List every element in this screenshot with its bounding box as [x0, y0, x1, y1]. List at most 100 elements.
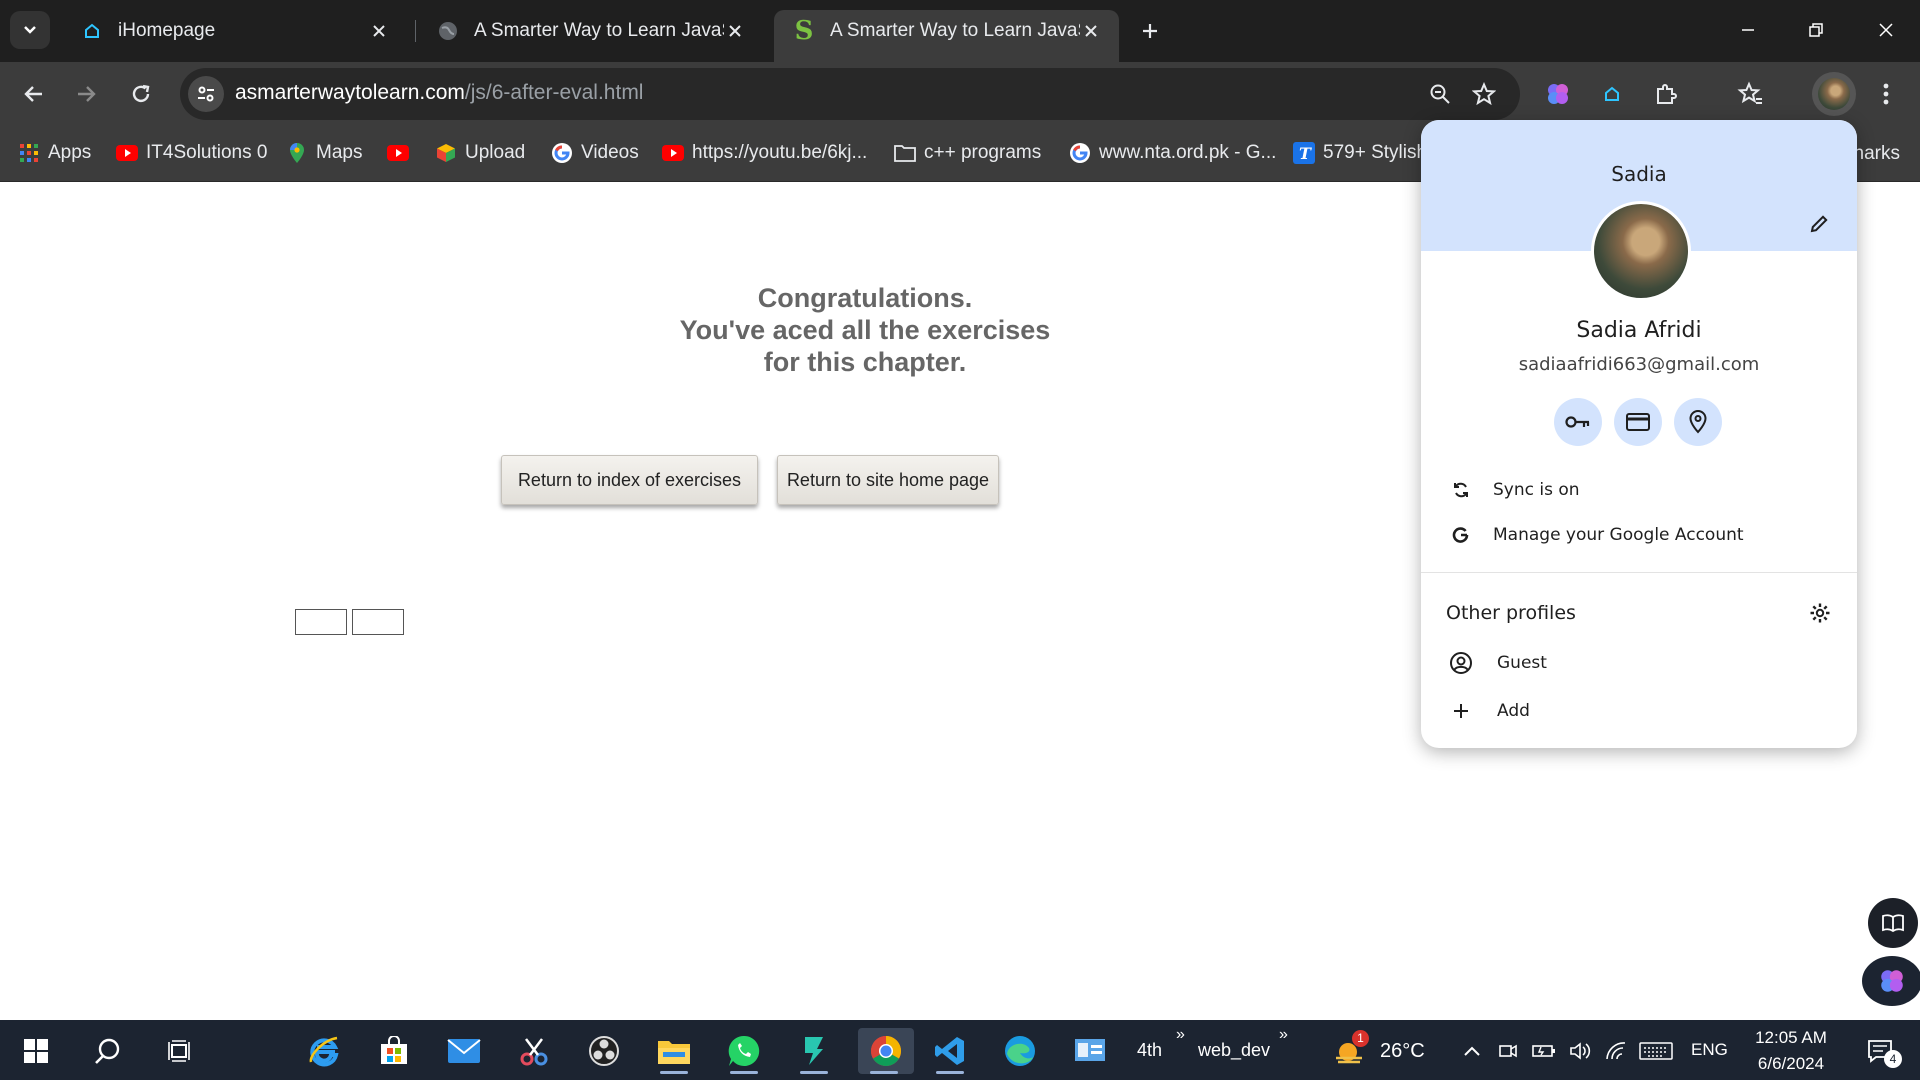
restore-button[interactable] — [1782, 0, 1850, 60]
close-tab-icon[interactable] — [723, 19, 747, 43]
weather-widget-icon[interactable]: 1 — [1326, 1028, 1374, 1074]
forward-button[interactable] — [66, 74, 106, 114]
sync-status-row[interactable]: Sync is on — [1421, 470, 1857, 510]
battery-icon[interactable] — [1528, 1028, 1560, 1074]
search-button[interactable] — [82, 1028, 134, 1074]
weather-temperature[interactable]: 26°C — [1380, 1040, 1425, 1063]
bookmark-stylish[interactable]: T 579+ Stylish — [1293, 138, 1427, 168]
weather-badge: 1 — [1352, 1030, 1369, 1047]
bookmarks-manager-button[interactable] — [1730, 74, 1770, 114]
meet-now-icon[interactable] — [1492, 1028, 1524, 1074]
control-panel-app[interactable] — [1064, 1028, 1116, 1074]
whatsapp-app[interactable] — [718, 1028, 770, 1074]
all-bookmarks-label[interactable]: harks — [1854, 143, 1900, 165]
tab-title: A Smarter Way to Learn JavaScr — [474, 20, 724, 41]
bookmark-youtu-link[interactable]: https://youtu.be/6kj... — [662, 138, 867, 168]
windows-logo-icon — [24, 1039, 48, 1063]
manage-profiles-button[interactable] — [1805, 598, 1835, 628]
extensions-button[interactable] — [1646, 74, 1686, 114]
action-center-button[interactable]: 4 — [1856, 1028, 1904, 1074]
volume-icon[interactable] — [1564, 1028, 1596, 1074]
tab-smarter-way-1[interactable]: A Smarter Way to Learn JavaScr — [418, 10, 763, 52]
taskbar-folder-webdev[interactable]: web_dev — [1198, 1040, 1270, 1061]
arrow-right-icon — [78, 86, 96, 102]
tab-smarter-way-active[interactable]: S A Smarter Way to Learn JavaScr — [774, 10, 1119, 62]
extension-brain-button[interactable] — [1538, 74, 1578, 114]
brain-icon — [1881, 970, 1903, 992]
task-view-button[interactable] — [154, 1028, 206, 1074]
file-explorer-app[interactable] — [648, 1028, 700, 1074]
url-text[interactable]: asmarterwaytolearn.com/js/6-after-eval.h… — [235, 81, 643, 105]
minimize-button[interactable] — [1714, 0, 1782, 60]
address-bar[interactable]: asmarterwaytolearn.com/js/6-after-eval.h… — [180, 68, 1520, 120]
mail-app[interactable] — [438, 1028, 490, 1074]
tab-search-button[interactable] — [10, 11, 50, 49]
bookmark-it4solutions[interactable]: IT4Solutions 0 — [116, 138, 267, 168]
show-hidden-icons-button[interactable] — [1456, 1028, 1488, 1074]
filmora-app[interactable] — [788, 1028, 840, 1074]
close-tab-icon[interactable] — [367, 19, 391, 43]
add-profile-row[interactable]: Add — [1421, 691, 1857, 731]
return-to-index-button[interactable]: Return to index of exercises — [501, 455, 758, 505]
tab-strip: iHomepage A Smarter Way to Learn JavaScr… — [0, 0, 1920, 62]
extension-ihomepage-button[interactable] — [1592, 74, 1632, 114]
bookmark-apps[interactable]: Apps — [18, 138, 91, 168]
chrome-menu-button[interactable] — [1866, 74, 1906, 114]
clock-date: 6/6/2024 — [1757, 1054, 1825, 1073]
new-tab-button[interactable] — [1133, 14, 1167, 48]
bookmark-youtube[interactable] — [387, 138, 417, 168]
close-window-button[interactable] — [1852, 0, 1920, 60]
bookmark-nta[interactable]: www.nta.ord.pk - G... — [1069, 138, 1276, 168]
return-to-home-button[interactable]: Return to site home page — [777, 455, 999, 505]
microsoft-store-app[interactable] — [368, 1028, 420, 1074]
bookmark-maps[interactable]: Maps — [286, 138, 362, 168]
book-icon — [1882, 914, 1904, 933]
back-button[interactable] — [14, 74, 54, 114]
bookmark-upload[interactable]: Upload — [435, 138, 525, 168]
guest-profile-row[interactable]: Guest — [1421, 643, 1857, 683]
star-list-icon — [1737, 81, 1762, 104]
internet-explorer-app[interactable] — [298, 1028, 350, 1074]
toolbar-expand-2-icon[interactable]: » — [1279, 1026, 1288, 1044]
search-icon — [95, 1038, 120, 1064]
empty-input-box-1[interactable] — [295, 609, 347, 635]
edit-profile-button[interactable] — [1803, 208, 1835, 240]
plus-icon — [1447, 697, 1475, 725]
chrome-icon — [870, 1036, 902, 1067]
toolbar-expand-1-icon[interactable]: » — [1176, 1026, 1185, 1044]
add-label: Add — [1497, 701, 1530, 721]
edge-app[interactable] — [994, 1028, 1046, 1074]
bookmark-cpp-programs[interactable]: c++ programs — [894, 138, 1041, 168]
tab-ihomepage[interactable]: iHomepage — [62, 10, 407, 52]
reading-mode-button[interactable] — [1868, 898, 1918, 948]
manage-account-label: Manage your Google Account — [1493, 525, 1744, 545]
touch-keyboard-icon[interactable] — [1636, 1028, 1676, 1074]
profile-avatar-button[interactable] — [1812, 72, 1856, 116]
bookmark-star-button[interactable] — [1464, 74, 1504, 114]
reload-button[interactable] — [121, 74, 161, 114]
start-button[interactable] — [10, 1028, 62, 1074]
google-icon — [551, 142, 573, 164]
close-tab-icon[interactable] — [1079, 19, 1103, 43]
snip-sketch-app[interactable] — [508, 1028, 560, 1074]
obs-icon — [589, 1036, 619, 1066]
taskbar-folder-4th[interactable]: 4th — [1137, 1040, 1162, 1061]
passwords-button[interactable] — [1554, 398, 1602, 446]
obs-app[interactable] — [578, 1028, 630, 1074]
brain-widget-button[interactable] — [1862, 956, 1920, 1006]
language-indicator[interactable]: ENG — [1691, 1040, 1728, 1060]
site-info-button[interactable] — [188, 76, 224, 112]
bookmark-videos[interactable]: Videos — [551, 138, 639, 168]
chrome-app[interactable] — [858, 1028, 914, 1074]
restore-icon — [1809, 23, 1823, 37]
payment-methods-button[interactable] — [1614, 398, 1662, 446]
clock[interactable]: 12:05 AM 6/6/2024 — [1746, 1025, 1836, 1077]
vscode-app[interactable] — [924, 1028, 976, 1074]
wifi-icon[interactable] — [1600, 1028, 1632, 1074]
addresses-button[interactable] — [1674, 398, 1722, 446]
manage-google-account-row[interactable]: Manage your Google Account — [1421, 515, 1857, 555]
windows-taskbar: 4th » web_dev » 1 26°C ENG 12:05 AM 6/6/… — [0, 1020, 1920, 1080]
download-app-icon — [805, 1037, 823, 1065]
zoom-button[interactable] — [1420, 74, 1460, 114]
empty-input-box-2[interactable] — [352, 609, 404, 635]
